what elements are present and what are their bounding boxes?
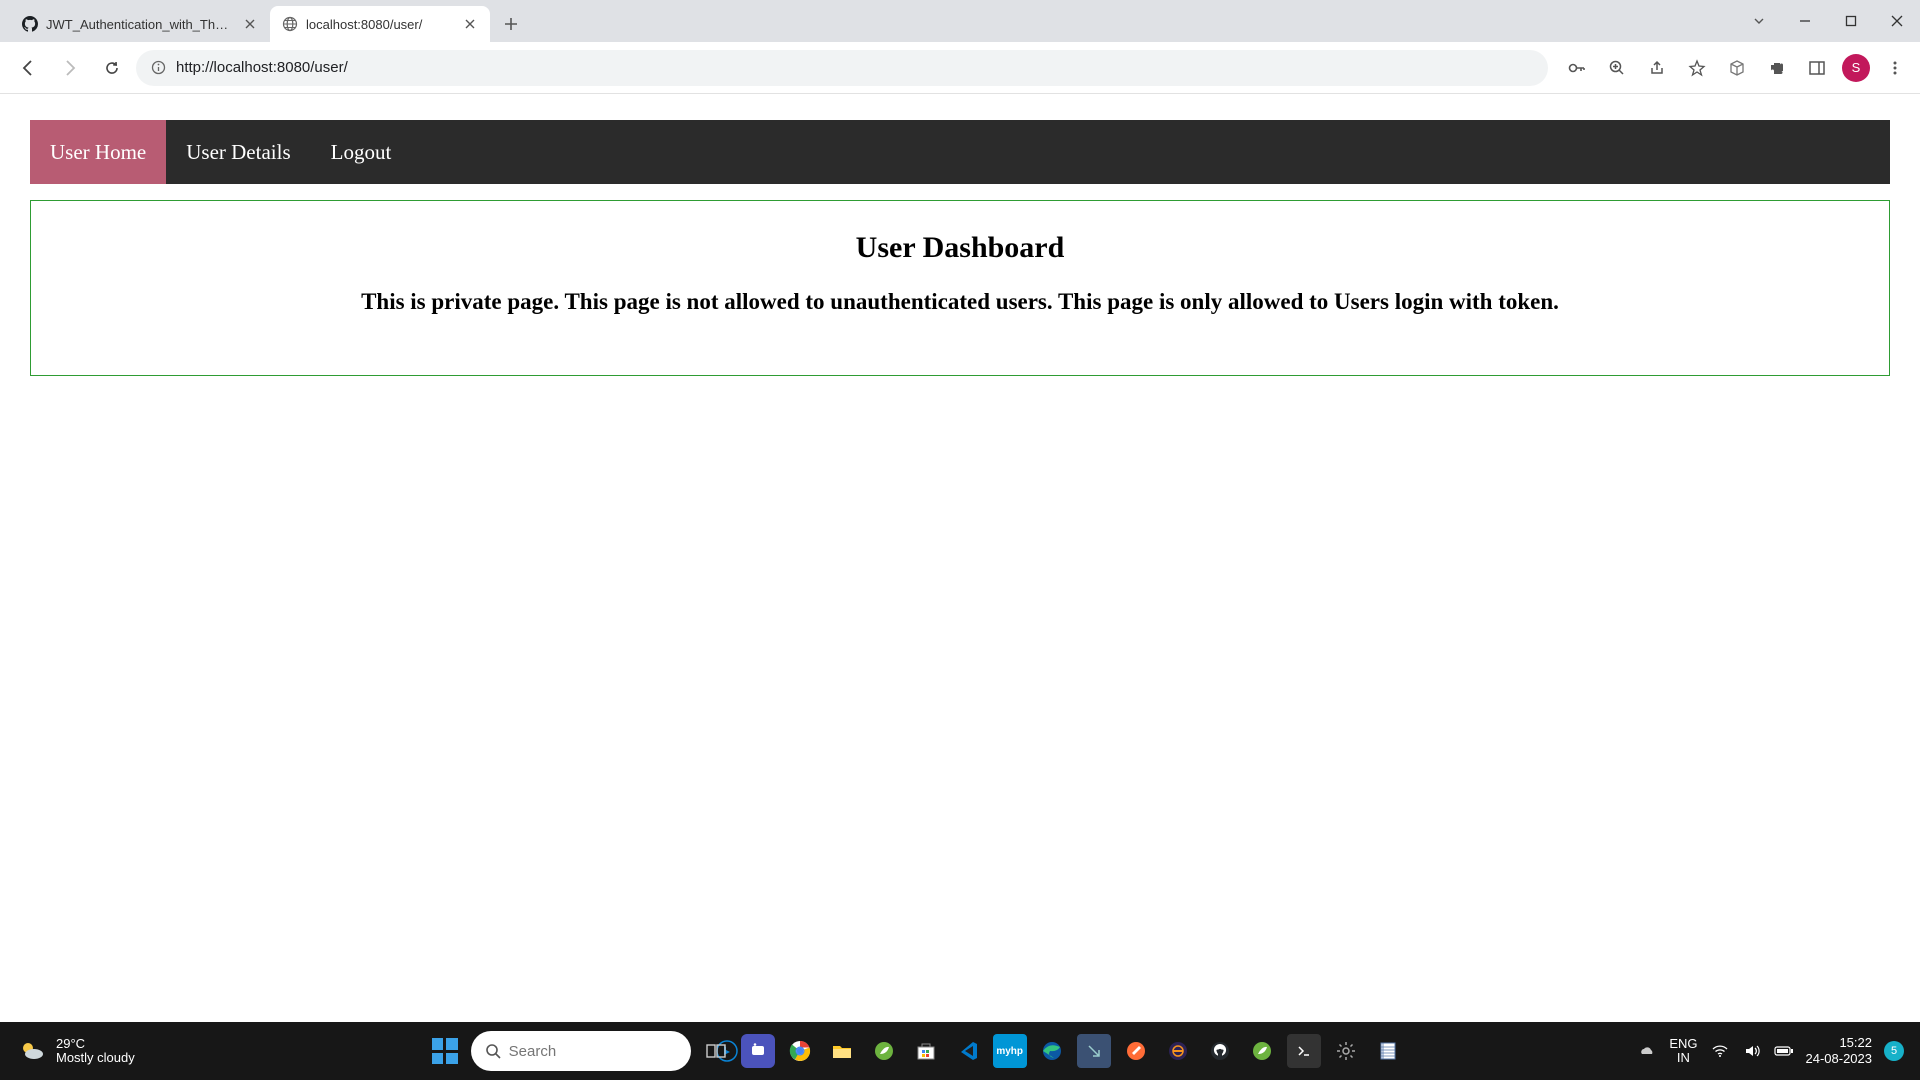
- maximize-button[interactable]: [1828, 0, 1874, 42]
- task-view-icon[interactable]: [699, 1034, 733, 1068]
- notepad-icon[interactable]: [1371, 1034, 1405, 1068]
- reload-button[interactable]: [94, 50, 130, 86]
- volume-icon[interactable]: [1742, 1041, 1762, 1061]
- nav-logout[interactable]: Logout: [311, 120, 412, 184]
- close-window-button[interactable]: [1874, 0, 1920, 42]
- onedrive-icon[interactable]: [1637, 1041, 1657, 1061]
- nav-user-details[interactable]: User Details: [166, 120, 310, 184]
- bookmark-star-icon[interactable]: [1682, 53, 1712, 83]
- battery-icon[interactable]: [1774, 1041, 1794, 1061]
- toolbar-right: S: [1554, 53, 1910, 83]
- windows-taskbar: 29°C Mostly cloudy myhp: [0, 1022, 1920, 1080]
- key-icon[interactable]: [1562, 53, 1592, 83]
- wifi-icon[interactable]: [1710, 1041, 1730, 1061]
- spring-tools-icon[interactable]: [1245, 1034, 1279, 1068]
- devtools-icon[interactable]: [1077, 1034, 1111, 1068]
- taskbar-search-input[interactable]: [509, 1043, 708, 1060]
- page-subheading: This is private page. This page is not a…: [55, 289, 1865, 315]
- profile-avatar[interactable]: S: [1842, 54, 1870, 82]
- browser-tab[interactable]: JWT_Authentication_with_Thyme: [10, 6, 270, 42]
- lang-top: ENG: [1669, 1037, 1697, 1051]
- new-tab-button[interactable]: [496, 9, 526, 39]
- lang-bottom: IN: [1677, 1051, 1690, 1065]
- weather-desc: Mostly cloudy: [56, 1051, 135, 1065]
- site-info-icon[interactable]: [150, 60, 166, 76]
- share-icon[interactable]: [1642, 53, 1672, 83]
- time: 15:22: [1839, 1035, 1872, 1051]
- minimize-button[interactable]: [1782, 0, 1828, 42]
- chevron-down-icon[interactable]: [1736, 0, 1782, 42]
- tab-title: JWT_Authentication_with_Thyme: [46, 17, 234, 32]
- vscode-icon[interactable]: [951, 1034, 985, 1068]
- myhp-icon[interactable]: myhp: [993, 1034, 1027, 1068]
- menu-icon[interactable]: [1880, 53, 1910, 83]
- cube-icon[interactable]: [1722, 53, 1752, 83]
- weather-icon: [18, 1037, 46, 1065]
- globe-icon: [282, 16, 298, 32]
- extensions-icon[interactable]: [1762, 53, 1792, 83]
- zoom-icon[interactable]: [1602, 53, 1632, 83]
- forward-button[interactable]: [52, 50, 88, 86]
- back-button[interactable]: [10, 50, 46, 86]
- page-viewport: User Home User Details Logout User Dashb…: [0, 120, 1920, 376]
- settings-gear-icon[interactable]: [1329, 1034, 1363, 1068]
- github-icon: [22, 16, 38, 32]
- spring-icon[interactable]: [867, 1034, 901, 1068]
- start-button[interactable]: [427, 1033, 463, 1069]
- page-heading: User Dashboard: [55, 231, 1865, 265]
- system-tray: ENG IN 15:22 24-08-2023 5: [1621, 1035, 1920, 1066]
- page-navbar: User Home User Details Logout: [30, 120, 1890, 184]
- ms-store-icon[interactable]: [909, 1034, 943, 1068]
- language-indicator[interactable]: ENG IN: [1669, 1037, 1697, 1066]
- side-panel-icon[interactable]: [1802, 53, 1832, 83]
- address-bar-row: http://localhost:8080/user/ S: [0, 42, 1920, 94]
- close-icon[interactable]: [242, 16, 258, 32]
- nav-user-home[interactable]: User Home: [30, 120, 166, 184]
- browser-tab-bar: JWT_Authentication_with_Thyme localhost:…: [0, 0, 1920, 42]
- github-desktop-icon[interactable]: [1203, 1034, 1237, 1068]
- close-icon[interactable]: [462, 16, 478, 32]
- window-controls: [1736, 0, 1920, 42]
- browser-tab[interactable]: localhost:8080/user/: [270, 6, 490, 42]
- postman-icon[interactable]: [1119, 1034, 1153, 1068]
- search-icon: [485, 1043, 501, 1059]
- address-bar[interactable]: http://localhost:8080/user/: [136, 50, 1548, 86]
- file-explorer-icon[interactable]: [825, 1034, 859, 1068]
- weather-temp: 29°C: [56, 1037, 135, 1051]
- tab-title: localhost:8080/user/: [306, 17, 454, 32]
- terminal-icon[interactable]: [1287, 1034, 1321, 1068]
- taskbar-center: myhp: [210, 1031, 1621, 1071]
- edge-icon[interactable]: [1035, 1034, 1069, 1068]
- taskbar-search[interactable]: [471, 1031, 691, 1071]
- clock[interactable]: 15:22 24-08-2023: [1806, 1035, 1873, 1066]
- eclipse-icon[interactable]: [1161, 1034, 1195, 1068]
- url-text: http://localhost:8080/user/: [176, 59, 348, 76]
- date: 24-08-2023: [1806, 1051, 1873, 1067]
- chat-icon[interactable]: [741, 1034, 775, 1068]
- weather-widget[interactable]: 29°C Mostly cloudy: [0, 1037, 210, 1066]
- content-box: User Dashboard This is private page. Thi…: [30, 200, 1890, 376]
- notification-badge[interactable]: 5: [1884, 1041, 1904, 1061]
- chrome-icon[interactable]: [783, 1034, 817, 1068]
- avatar-letter: S: [1852, 60, 1861, 75]
